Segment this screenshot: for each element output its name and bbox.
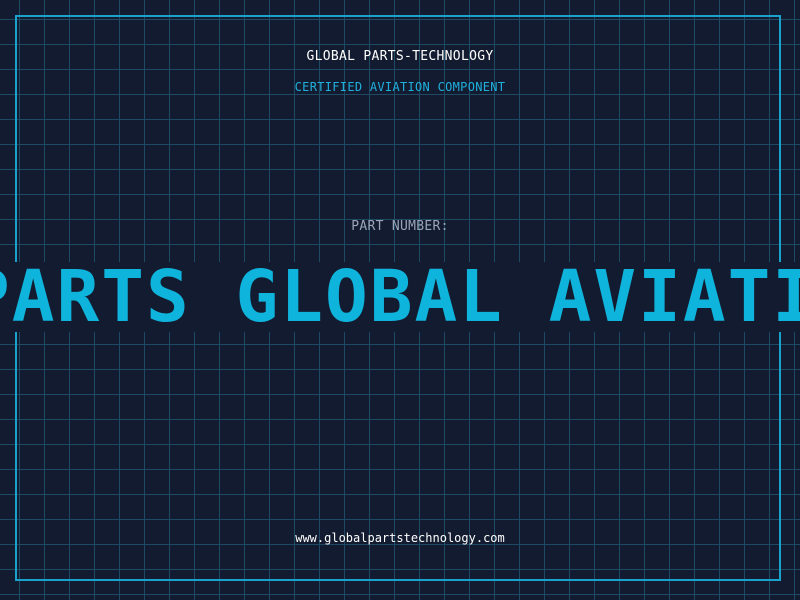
website-url: www.globalpartstechnology.com bbox=[295, 531, 505, 545]
part-number-label: PART NUMBER: bbox=[351, 219, 449, 234]
certification-subtitle: CERTIFIED AVIATION COMPONENT bbox=[294, 80, 506, 94]
scrolling-banner-text: AIR PARTS GLOBAL AVIATION bbox=[0, 262, 800, 332]
company-title: GLOBAL PARTS-TECHNOLOGY bbox=[306, 49, 494, 64]
page: { "header": { "title": "GLOBAL PARTS-TEC… bbox=[0, 0, 800, 600]
part-number-banner: AIR PARTS GLOBAL AVIATION bbox=[0, 262, 800, 332]
